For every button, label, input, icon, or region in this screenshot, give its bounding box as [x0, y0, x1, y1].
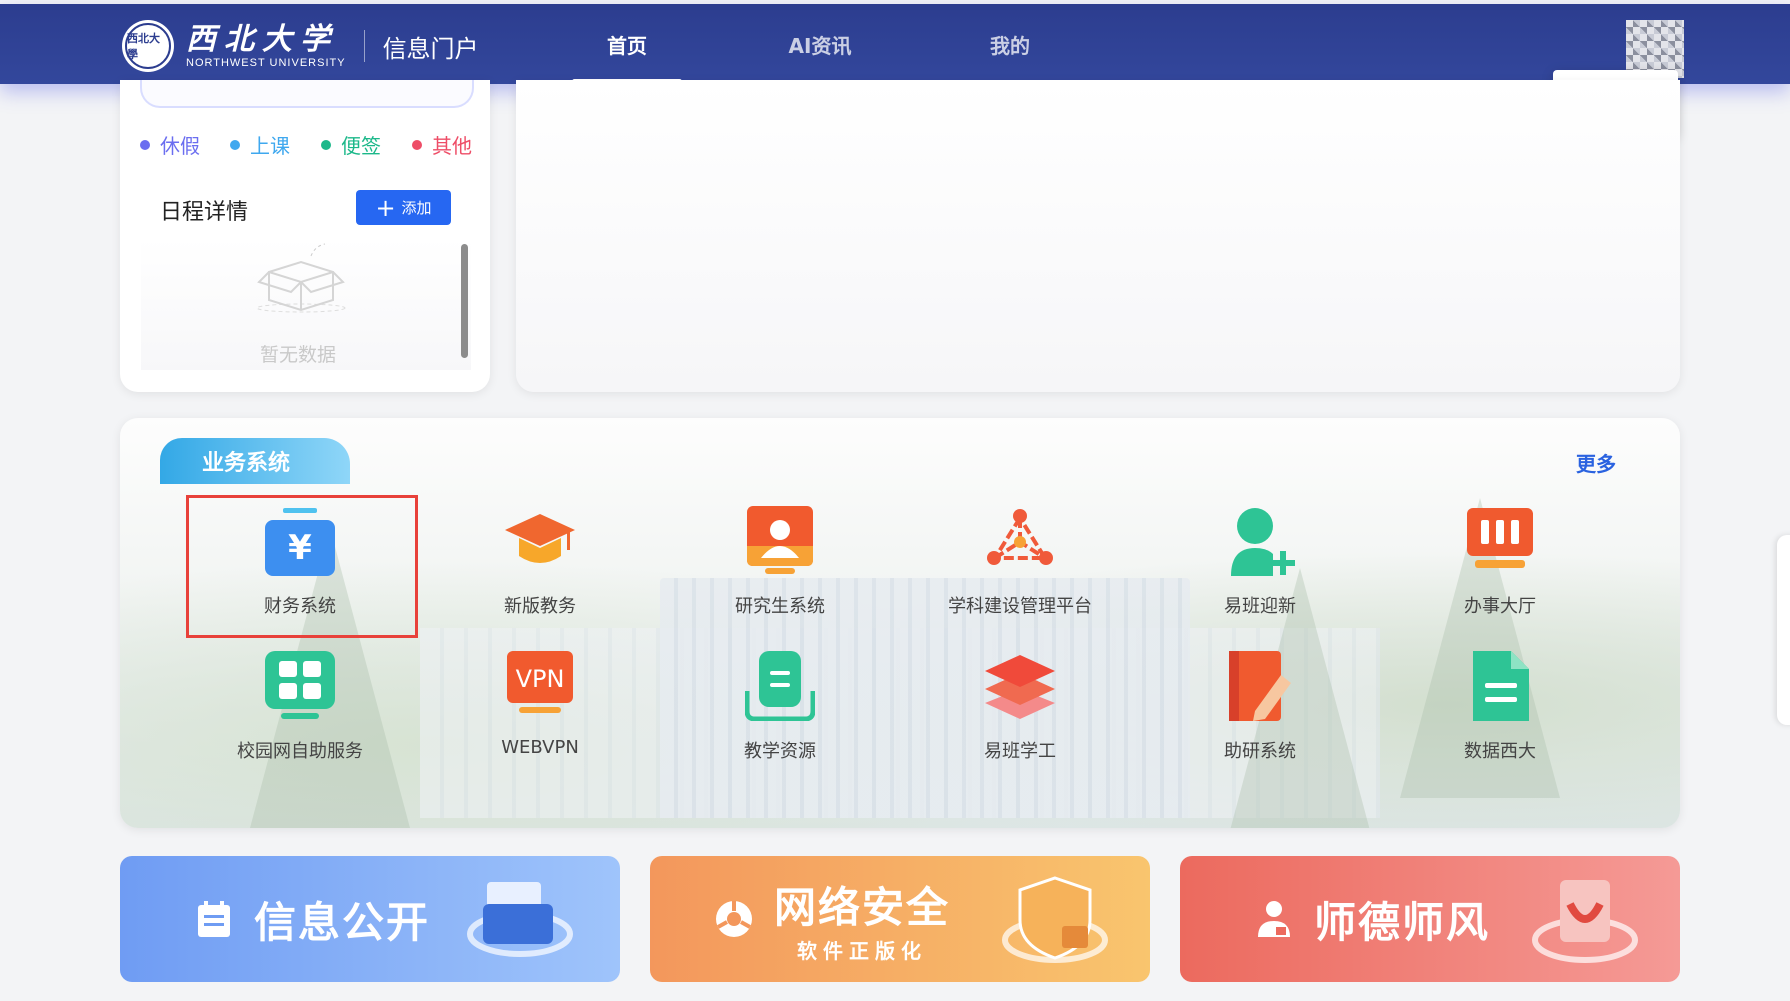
university-seal-icon: 西北大學 — [122, 20, 174, 72]
layers-icon — [985, 655, 1055, 719]
university-name-cn: 西北大学 — [186, 22, 338, 57]
highlight-box — [186, 495, 418, 638]
nav-tab-home[interactable]: 首页 — [572, 4, 682, 84]
system-graduate[interactable]: 研究生系统 — [660, 498, 900, 638]
person-card-icon — [747, 506, 813, 574]
svg-text:VPN: VPN — [516, 665, 565, 693]
system-new-academic[interactable]: 新版教务 — [420, 498, 660, 638]
grid-apps-icon — [265, 651, 335, 719]
graduation-cap-icon — [505, 514, 575, 563]
content-panel — [516, 80, 1680, 392]
add-user-icon — [1231, 508, 1295, 576]
system-service-hall[interactable]: 办事大厅 — [1380, 498, 1620, 638]
banner-info-disclosure[interactable]: 信息公开 — [120, 856, 620, 982]
banner-network-security[interactable]: 网络安全 软件正版化 — [650, 856, 1150, 982]
plus-icon: + — [375, 193, 396, 222]
security-ball-icon — [716, 901, 752, 937]
business-systems-title: 业务系统 — [160, 438, 350, 484]
university-name-en: NORTHWEST UNIVERSITY — [186, 57, 346, 69]
portal-title: 信息门户 — [382, 34, 479, 63]
legend-class: 上课 — [230, 130, 290, 159]
service-hall-icon — [1467, 508, 1533, 568]
empty-box-icon — [256, 243, 346, 313]
notebook-pen-icon — [1229, 651, 1291, 721]
teacher-icon — [1258, 901, 1290, 937]
system-campus-network[interactable]: 校园网自助服务 — [180, 643, 420, 783]
system-research-assistant[interactable]: 助研系统 — [1140, 643, 1380, 783]
schedule-title: 日程详情 — [160, 200, 249, 225]
banner-teacher-ethics[interactable]: 师德师风 — [1180, 856, 1680, 982]
document-icon — [1473, 651, 1529, 721]
nav-tab-ai-news[interactable]: AI资讯 — [760, 4, 880, 84]
system-discipline-platform[interactable]: 学科建设管理平台 — [900, 498, 1140, 638]
side-floating-tab[interactable] — [1777, 535, 1790, 725]
empty-state-text: 暂无数据 — [260, 344, 337, 366]
system-webvpn[interactable]: VPN WEBVPN — [420, 643, 660, 783]
schedule-scrollbar[interactable] — [461, 244, 468, 358]
ribbon-illustration-icon — [1532, 880, 1638, 963]
legend-note: 便签 — [321, 130, 381, 159]
logo-divider — [363, 30, 365, 62]
teaching-resource-icon — [745, 651, 815, 721]
legend-vacation: 休假 — [140, 130, 200, 159]
vpn-icon: VPN — [507, 651, 573, 713]
folder-illustration-icon — [467, 882, 573, 957]
legend-other: 其他 — [412, 130, 472, 159]
calendar-widget — [140, 80, 474, 108]
more-link[interactable]: 更多 — [1576, 448, 1616, 477]
system-data-nwu[interactable]: 数据西大 — [1380, 643, 1620, 783]
system-yiban-welcome[interactable]: 易班迎新 — [1140, 498, 1380, 638]
system-yiban-student[interactable]: 易班学工 — [900, 643, 1140, 783]
university-logo[interactable]: 西北大學 西北大学 NORTHWEST UNIVERSITY 信息门户 — [122, 18, 479, 74]
notepad-icon — [198, 901, 230, 937]
add-schedule-button[interactable]: + 添加 — [356, 190, 451, 225]
shield-lock-illustration-icon — [1002, 876, 1108, 963]
system-teaching-resources[interactable]: 教学资源 — [660, 643, 900, 783]
network-triangle-icon — [987, 509, 1053, 565]
top-nav-bar: 西北大學 西北大学 NORTHWEST UNIVERSITY 信息门户 首页 A… — [0, 4, 1790, 84]
nav-tab-mine[interactable]: 我的 — [955, 4, 1065, 84]
